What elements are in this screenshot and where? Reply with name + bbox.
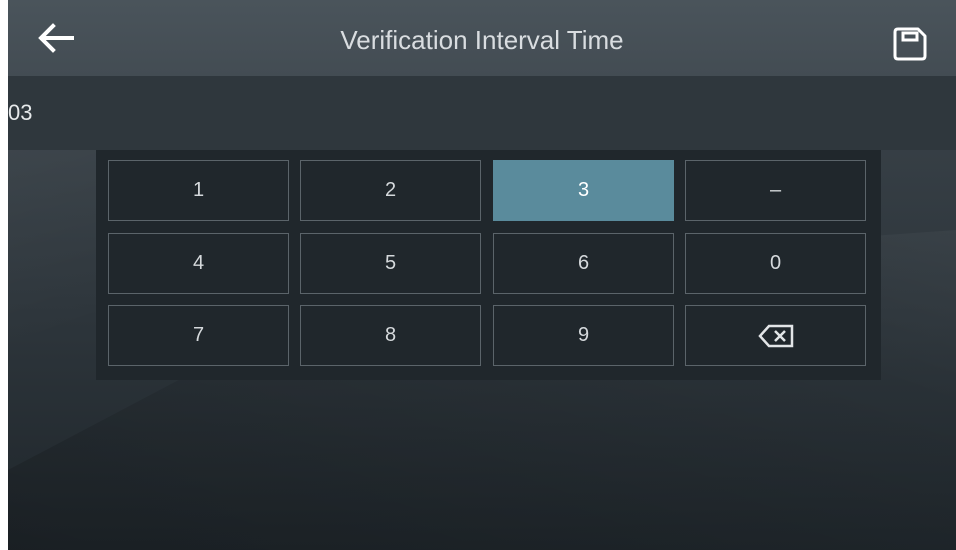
key-label: 4 xyxy=(192,252,205,274)
numeric-keypad: 1 2 3 – 4 5 6 0 7 8 9 xyxy=(96,150,881,380)
key-2[interactable]: 2 xyxy=(300,160,481,221)
key-5[interactable]: 5 xyxy=(300,233,481,294)
key-label: 6 xyxy=(577,252,590,274)
arrow-left-icon xyxy=(38,23,74,53)
key-3[interactable]: 3 xyxy=(493,160,674,221)
save-button[interactable] xyxy=(892,26,928,62)
key-label: 8 xyxy=(384,324,397,346)
key-1[interactable]: 1 xyxy=(108,160,289,221)
key-8[interactable]: 8 xyxy=(300,305,481,366)
key-label: 1 xyxy=(192,179,205,201)
device-screen: Verification Interval Time 03 1 2 3 – 4 … xyxy=(8,0,956,550)
page-title: Verification Interval Time xyxy=(340,25,624,55)
key-9[interactable]: 9 xyxy=(493,305,674,366)
key-label: 3 xyxy=(577,179,590,201)
key-label: 7 xyxy=(192,324,205,346)
key-backspace[interactable] xyxy=(685,305,866,366)
backspace-icon xyxy=(757,324,793,347)
header-bar: Verification Interval Time xyxy=(8,0,956,76)
key-minus[interactable]: – xyxy=(685,160,866,221)
key-7[interactable]: 7 xyxy=(108,305,289,366)
key-label: 5 xyxy=(384,252,397,274)
key-6[interactable]: 6 xyxy=(493,233,674,294)
key-label: 0 xyxy=(769,252,782,274)
key-label: – xyxy=(769,179,782,201)
key-4[interactable]: 4 xyxy=(108,233,289,294)
key-label: 2 xyxy=(384,179,397,201)
value-input-field[interactable]: 03 xyxy=(8,76,956,150)
input-value: 03 xyxy=(8,100,33,125)
back-button[interactable] xyxy=(36,22,76,54)
key-0[interactable]: 0 xyxy=(685,233,866,294)
save-icon xyxy=(893,27,927,61)
key-label: 9 xyxy=(577,324,590,346)
